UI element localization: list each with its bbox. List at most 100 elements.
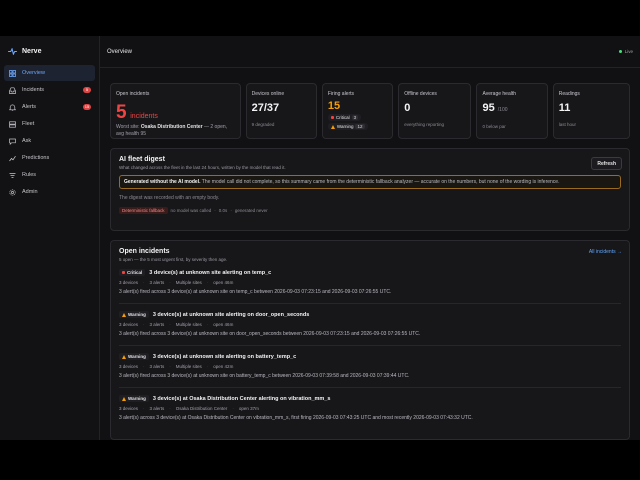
incident-header: Critical 3 device(s) at unknown site aler… (119, 269, 621, 276)
stat-card-devices-online[interactable]: Devices online 27/37 9 degraded (245, 83, 317, 139)
inbox-icon (8, 86, 16, 94)
sidebar-item-label: Fleet (22, 121, 35, 127)
severity-label: Critical (127, 270, 143, 275)
meta-separator: · (169, 322, 171, 327)
open-incidents-word: incidents (130, 113, 158, 120)
meta-separator: · (143, 280, 145, 285)
incident-description: 3 alert(s) fired across 3 device(s) at u… (119, 289, 392, 295)
incident-title[interactable]: 3 device(s) at unknown site alerting on … (153, 354, 296, 360)
sidebar-item-fleet[interactable]: Fleet (4, 116, 95, 132)
sidebar-item-rules[interactable]: Rules (4, 167, 95, 183)
stat-card-firing-alerts[interactable]: Firing alerts 15 Critical 3 Warning 12 (321, 83, 394, 139)
meta-separator: · (169, 280, 171, 285)
rules-icon (8, 171, 16, 179)
stat-sub: 0 below par (482, 124, 506, 129)
severity-label: Warning (128, 396, 146, 401)
incident-meta: 3 devices · 3 alerts · Multiple sites · open 4… (119, 322, 621, 327)
sidebar-item-predictions[interactable]: Predictions (4, 150, 95, 166)
meta-separator: · (143, 322, 145, 327)
incident-site: Multiple sites (175, 280, 202, 285)
critical-count: 3 (351, 115, 359, 120)
severity-badge: Warning (119, 311, 149, 318)
incident-devices: 3 devices (119, 322, 139, 327)
incident-row[interactable]: Warning 3 device(s) at Osaka Distribution… (119, 388, 621, 429)
stat-card-readings[interactable]: Readings 11 last hour (552, 83, 630, 139)
incident-title[interactable]: 3 device(s) at unknown site alerting on … (153, 312, 309, 318)
meta-separator: · (206, 280, 209, 285)
incident-age: open 46m (213, 322, 234, 327)
sidebar-item-label: Alerts (22, 104, 37, 110)
warning-icon (122, 354, 126, 359)
fallback-badge: Deterministic fallback (119, 207, 168, 214)
incident-row[interactable]: Critical 3 device(s) at unknown site aler… (119, 262, 621, 304)
sidebar-item-label: Admin (22, 189, 38, 195)
stat-value: 11 (558, 102, 571, 114)
stat-label: Open incidents (116, 91, 150, 97)
warning-count: 12 (355, 124, 365, 129)
sidebar-item-incidents[interactable]: Incidents 5 (4, 82, 95, 98)
warning-text: The model call did not complete, so this… (200, 179, 560, 185)
incident-title[interactable]: 3 device(s) at Osaka Distribution Center… (153, 396, 331, 402)
sidebar-item-alerts[interactable]: Alerts 15 (4, 99, 95, 115)
severity-label: Warning (128, 312, 146, 317)
incident-devices: 3 devices (119, 280, 139, 285)
sidebar-item-label: Incidents (22, 87, 45, 93)
severity-label: Warning (128, 354, 146, 359)
incident-alerts: 3 alerts (149, 322, 165, 327)
incident-age: open 42m (213, 364, 234, 369)
critical-label: Critical (335, 115, 350, 120)
meta-model: no model was called (170, 208, 212, 213)
trend-icon (8, 154, 16, 162)
incident-site: Multiple sites (175, 322, 202, 327)
incident-meta: 3 devices · 3 alerts · Multiple sites · open 4… (119, 280, 621, 285)
incident-header: Warning 3 device(s) at unknown site alert… (119, 311, 621, 318)
incident-site: Multiple sites (175, 364, 202, 369)
stat-label: Devices online (251, 91, 285, 97)
stat-sub: everything reporting (404, 122, 444, 127)
main: Overview Live Open incidents 5 incidents… (100, 36, 640, 440)
stat-card-average-health[interactable]: Average health 95 /100 0 below par (476, 83, 548, 139)
all-incidents-link[interactable]: All incidents → (589, 249, 622, 255)
digest-title: AI fleet digest (119, 156, 165, 163)
sidebar-item-overview[interactable]: Overview (4, 65, 95, 81)
ai-digest-panel: AI fleet digest What changed across the … (110, 148, 630, 231)
topbar: Overview Live (100, 36, 640, 68)
page-title: Overview (107, 48, 133, 55)
open-incidents-panel: Open incidents 5 open — the 5 most urgen… (110, 240, 630, 440)
stat-card-offline-devices[interactable]: Offline devices 0 everything reporting (398, 83, 472, 139)
stat-label: Firing alerts (327, 91, 355, 97)
incident-description: 3 alert(s) fired across 3 device(s) at u… (119, 331, 421, 337)
refresh-button[interactable]: Refresh (591, 157, 622, 170)
meta-separator: · (169, 406, 171, 411)
incident-description: 3 alert(s) across 3 device(s) at Osaka D… (119, 415, 473, 421)
bell-icon (8, 103, 16, 111)
incident-row[interactable]: Warning 3 device(s) at unknown site alert… (119, 304, 621, 346)
incident-row[interactable]: Warning 3 device(s) at unknown site alert… (119, 346, 621, 388)
stat-value: 95 (482, 102, 495, 114)
stat-card-open-incidents[interactable]: Open incidents 5 incidents Worst site: O… (110, 83, 241, 139)
incident-alerts: 3 alerts (149, 406, 165, 411)
incident-title[interactable]: 3 device(s) at unknown site alerting on … (149, 270, 271, 276)
meta-separator: · (143, 406, 145, 411)
meta-separator: · (206, 322, 209, 327)
count-badge: 5 (83, 87, 91, 93)
stat-value: 15 (327, 100, 341, 112)
warning-icon (122, 396, 126, 401)
stat-sub: last hour (558, 122, 577, 127)
critical-icon (330, 116, 334, 119)
digest-note: The digest was recorded with an empty bo… (119, 195, 220, 201)
severity-badge: Warning (119, 353, 149, 360)
incident-description: 3 alert(s) fired across 3 device(s) at u… (119, 373, 410, 379)
meta-separator: · (230, 208, 232, 213)
critical-icon (122, 271, 125, 274)
brand[interactable]: Nerve (0, 36, 99, 65)
sidebar-item-ask[interactable]: Ask (4, 133, 95, 149)
meta-separator: · (206, 364, 209, 369)
live-dot-icon (618, 50, 622, 53)
grid-icon (8, 69, 16, 77)
stat-sub: 9 degraded (251, 122, 275, 127)
sidebar-item-admin[interactable]: Admin (4, 184, 95, 200)
meta-separator: · (169, 364, 171, 369)
warning-icon (330, 124, 335, 129)
meta-separator: · (232, 406, 234, 411)
